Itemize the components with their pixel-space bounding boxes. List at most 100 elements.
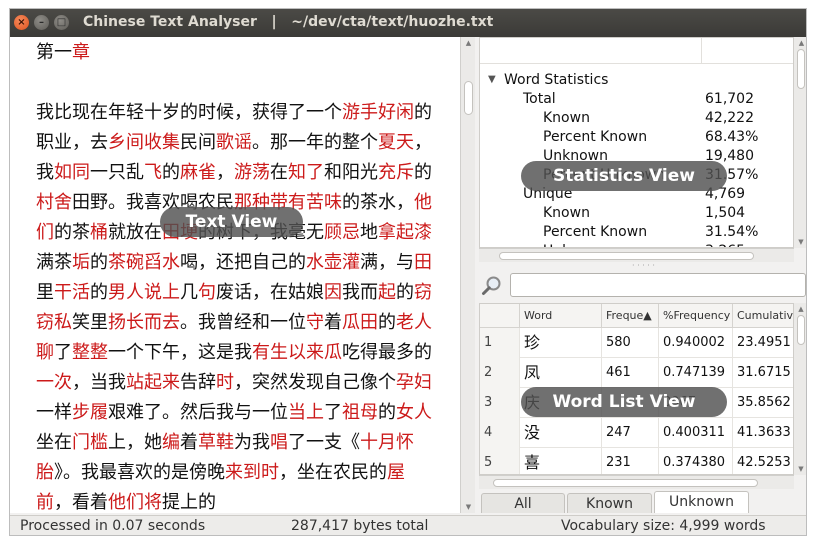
unknown-word[interactable]: 男人说上 [108, 282, 180, 303]
tab-all[interactable]: All [481, 493, 565, 513]
frequency-cell: 461 [602, 358, 659, 388]
filter-tabs: All Known Unknown [479, 491, 806, 513]
stats-row[interactable]: Total 61,702 [480, 91, 793, 110]
unknown-word[interactable]: 来到时 [225, 462, 279, 483]
unknown-word[interactable]: 游荡 [234, 162, 270, 183]
stats-hscroll-thumb[interactable] [499, 252, 754, 260]
maximize-window-button[interactable]: □ [54, 15, 69, 30]
text-view[interactable]: 第一章 我比现在年轻十岁的时候，获得了一个游手好闲的职业，去乡间收集民间歌谣。那一… [10, 37, 460, 513]
stats-horizontal-scrollbar[interactable] [479, 248, 794, 262]
scroll-up-arrow-icon[interactable]: ▲ [794, 303, 806, 315]
unknown-word[interactable]: 垢 [72, 252, 90, 273]
column-header[interactable]: %Frequency [659, 304, 733, 328]
table-row[interactable]: 4 没 247 0.400311 41.3633 [480, 418, 793, 448]
column-header[interactable]: Cumulativ [733, 304, 793, 328]
text-scroll-thumb[interactable] [464, 81, 473, 115]
unknown-word[interactable]: 时 [216, 372, 234, 393]
unknown-word[interactable]: 草鞋 [198, 432, 234, 453]
stats-row[interactable]: Percent Known 68.43% [480, 129, 793, 148]
search-input[interactable] [510, 273, 806, 297]
stats-root-row[interactable]: ▼ Word Statistics [480, 72, 793, 91]
unknown-word[interactable]: 门槛 [72, 432, 108, 453]
statistics-view-overlay-label: Statistics View [521, 161, 727, 191]
unknown-word[interactable]: 整整 [72, 342, 108, 363]
table-row[interactable]: 1 珍 580 0.940002 23.4951 [480, 328, 793, 358]
unknown-word[interactable]: 站起来 [126, 372, 180, 393]
unknown-word[interactable]: 瓜田 [342, 312, 378, 333]
column-header[interactable]: Freque▲ [602, 304, 659, 328]
unknown-word[interactable]: 句 [198, 282, 216, 303]
unknown-word[interactable]: 起 [378, 282, 396, 303]
known-text: 民间 [180, 132, 216, 153]
word-list-hscroll-thumb[interactable] [493, 479, 758, 487]
unknown-word[interactable]: 田 [414, 252, 432, 273]
unknown-word[interactable]: 干活 [54, 282, 90, 303]
statistics-view[interactable]: ▼ Word Statistics Total 61,702 Known 42,222… [479, 37, 794, 248]
unknown-word[interactable]: 有生以来瓜 [252, 342, 342, 363]
stats-scroll-thumb[interactable] [797, 49, 805, 89]
unknown-word[interactable]: 麻雀 [180, 162, 216, 183]
status-bar: Processed in 0.07 seconds 287,417 bytes … [10, 515, 806, 535]
unknown-word[interactable]: 村舍 [36, 192, 72, 213]
word-list-horizontal-scrollbar[interactable] [479, 475, 794, 489]
unknown-word[interactable]: 编 [162, 432, 180, 453]
unknown-word[interactable]: 守 [306, 312, 324, 333]
unknown-word[interactable]: 知了 [288, 162, 324, 183]
minimize-window-button[interactable]: – [34, 15, 49, 30]
unknown-word[interactable]: 如同 [54, 162, 90, 183]
scroll-up-arrow-icon[interactable]: ▲ [794, 37, 806, 49]
stats-row[interactable]: Known 1,504 [480, 205, 793, 224]
tab-known[interactable]: Known [567, 493, 652, 513]
unknown-word[interactable]: 女人 [396, 402, 432, 423]
stats-row[interactable]: Percent Known 31.54% [480, 224, 793, 243]
stats-row[interactable]: Known 42,222 [480, 110, 793, 129]
unknown-word[interactable]: 乡间收集 [108, 132, 180, 153]
unknown-word[interactable]: 茶碗舀水 [108, 252, 180, 273]
row-number-header[interactable] [480, 304, 520, 328]
pane-splitter[interactable]: · · · · · [479, 262, 806, 270]
scroll-down-arrow-icon[interactable]: ▼ [461, 501, 476, 513]
unknown-word[interactable]: 章 [72, 42, 90, 63]
unknown-word[interactable]: 飞 [144, 162, 162, 183]
scroll-down-arrow-icon[interactable]: ▼ [794, 236, 806, 248]
row-number: 3 [480, 388, 520, 418]
cumulative-cell: 35.8562 [733, 388, 793, 418]
unknown-word[interactable]: 顾忌 [324, 222, 360, 243]
unknown-word[interactable]: 祖母 [342, 402, 378, 423]
column-header[interactable]: Word [520, 304, 602, 328]
scroll-down-arrow-icon[interactable]: ▼ [794, 463, 806, 475]
unknown-word[interactable]: 步履 [72, 402, 108, 423]
unknown-word[interactable]: 桶 [90, 222, 108, 243]
unknown-word[interactable]: 拿起漆 [378, 222, 432, 243]
unknown-word[interactable]: 他们将 [108, 492, 162, 513]
unknown-word[interactable]: 游手好闲 [342, 102, 414, 123]
text-content[interactable]: 第一章 我比现在年轻十岁的时候，获得了一个游手好闲的职业，去乡间收集民间歌谣。那一… [36, 38, 438, 513]
unknown-word[interactable]: 当上 [288, 402, 324, 423]
tab-unknown[interactable]: Unknown [654, 491, 749, 513]
unknown-word[interactable]: 水壶灌 [306, 252, 360, 273]
unknown-word[interactable]: 因 [324, 282, 342, 303]
unknown-word[interactable]: 充斥 [378, 162, 414, 183]
unknown-word[interactable]: 唱 [270, 432, 288, 453]
table-row[interactable]: 2 凤 461 0.747139 31.6715 [480, 358, 793, 388]
unknown-word[interactable]: 孕妇 [396, 372, 432, 393]
known-text: 地 [360, 222, 378, 243]
word-list-scrollbar[interactable]: ▲ ▼ [794, 303, 806, 475]
unknown-word[interactable]: 歌谣 [216, 132, 252, 153]
text-view-scrollbar[interactable]: ▲ ▼ [460, 37, 475, 513]
stats-row-value: 61,702 [705, 91, 754, 107]
scroll-up-arrow-icon[interactable]: ▲ [461, 37, 476, 49]
search-icon[interactable] [481, 274, 503, 296]
title-bar[interactable]: × – □ Chinese Text Analyser | ~/dev/cta/… [10, 9, 806, 37]
word-list-scroll-thumb[interactable] [797, 315, 805, 345]
unknown-word[interactable]: 扬长而去 [108, 312, 180, 333]
table-row[interactable]: 5 喜 231 0.374380 42.5253 [480, 448, 793, 474]
stats-scrollbar[interactable]: ▲ ▼ [794, 37, 806, 248]
percent-frequency-cell: 0.747139 [659, 358, 733, 388]
expand-triangle-icon[interactable]: ▼ [488, 74, 496, 85]
known-text: 了 [54, 342, 72, 363]
unknown-word[interactable]: 夏天 [378, 132, 414, 153]
row-number: 5 [480, 448, 520, 474]
close-window-button[interactable]: × [14, 15, 29, 30]
unknown-word[interactable]: 一次 [36, 372, 72, 393]
